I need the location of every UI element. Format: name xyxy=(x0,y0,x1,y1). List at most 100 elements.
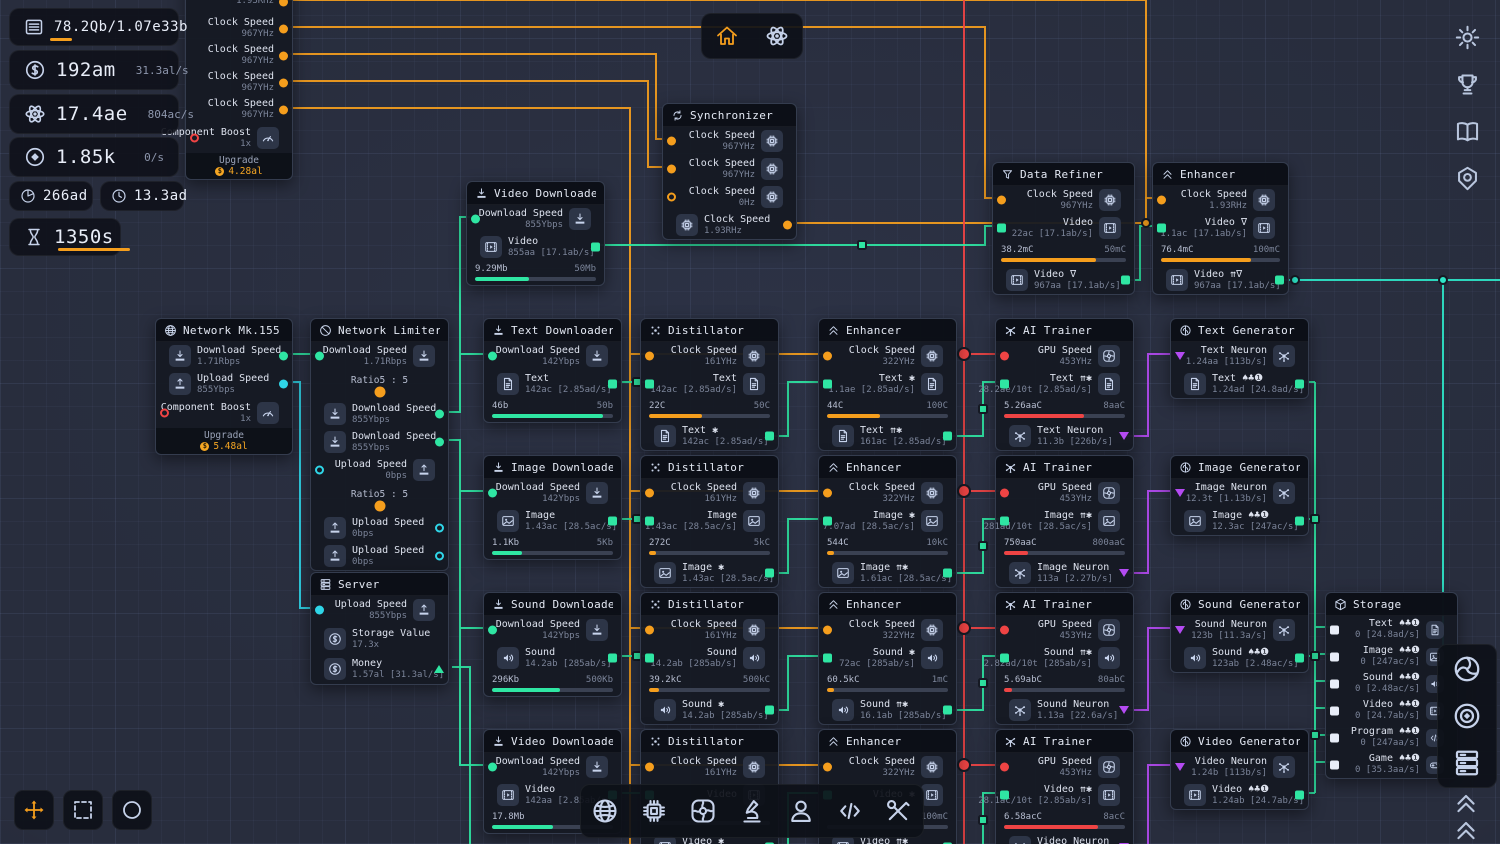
node-header[interactable]: Text Downloader xyxy=(484,319,621,342)
storage-input-port[interactable] xyxy=(1330,760,1339,769)
node-header[interactable]: Image Downloader xyxy=(484,456,621,479)
node-ai-trainer-3[interactable]: AI TrainerGPU Speed453YHzSound ⇈✱2.82ad/… xyxy=(995,592,1134,725)
output-port[interactable] xyxy=(608,654,617,663)
node-text-downloader[interactable]: Text DownloaderDownload Speed142YbpsText… xyxy=(483,318,622,423)
output-port[interactable] xyxy=(1295,517,1304,526)
input-port[interactable] xyxy=(645,763,654,772)
output-port[interactable] xyxy=(943,706,952,715)
input-port[interactable] xyxy=(1175,352,1185,360)
node-header[interactable]: Synchronizer xyxy=(663,104,796,127)
node-header[interactable]: Enhancer xyxy=(819,456,956,479)
node-server[interactable]: ServerUpload Speed855YbpsStorage Value17… xyxy=(310,572,449,685)
node-header[interactable]: Sound Generator xyxy=(1171,593,1308,616)
node-header[interactable]: Enhancer xyxy=(819,593,956,616)
node-enhancer-3[interactable]: EnhancerClock Speed322YHzSound ✱72ac [28… xyxy=(818,592,957,725)
input-port[interactable] xyxy=(823,380,832,389)
node-header[interactable]: AI Trainer xyxy=(996,593,1133,616)
input-port[interactable] xyxy=(645,380,654,389)
input-port[interactable] xyxy=(645,517,654,526)
input-port[interactable] xyxy=(1000,763,1009,772)
node-ai-trainer-4[interactable]: AI TrainerGPU Speed453YHzVideo ⇈✱28.1ac/… xyxy=(995,729,1134,844)
input-port[interactable] xyxy=(488,352,497,361)
toolbar-person-button[interactable] xyxy=(781,791,821,831)
output-port[interactable] xyxy=(279,352,288,361)
node-distillator-1[interactable]: DistillatorClock Speed161YHzText142ac [2… xyxy=(640,318,779,451)
input-port[interactable] xyxy=(823,352,832,361)
output-port[interactable] xyxy=(765,432,774,441)
storage-input-port[interactable] xyxy=(1330,706,1339,715)
input-port[interactable] xyxy=(1175,489,1185,497)
input-port[interactable] xyxy=(1000,489,1009,498)
input-port[interactable] xyxy=(1000,626,1009,635)
input-port[interactable] xyxy=(488,489,497,498)
toolbar-chip-button[interactable] xyxy=(634,791,674,831)
input-port[interactable] xyxy=(1000,352,1009,361)
input-port[interactable] xyxy=(667,193,676,202)
output-port[interactable] xyxy=(1295,791,1304,800)
node-image-downloader[interactable]: Image DownloaderDownload Speed142YbpsIma… xyxy=(483,455,622,560)
research-button[interactable] xyxy=(759,18,795,54)
node-header[interactable]: Enhancer xyxy=(819,730,956,753)
output-port[interactable] xyxy=(1119,432,1129,440)
panel-aperture-button[interactable] xyxy=(1448,650,1486,688)
node-ai-trainer-1[interactable]: AI TrainerGPU Speed453YHzText ⇈✱28.2ae/1… xyxy=(995,318,1134,451)
ratio-slider-knob[interactable] xyxy=(374,500,385,511)
node-header[interactable]: Text Generator xyxy=(1171,319,1308,342)
output-port[interactable] xyxy=(1295,380,1304,389)
sidebar-badge-button[interactable] xyxy=(1450,161,1484,195)
output-port[interactable] xyxy=(435,438,444,447)
input-port[interactable] xyxy=(645,626,654,635)
panel-server-button[interactable] xyxy=(1448,744,1486,782)
node-enhancer-1[interactable]: EnhancerClock Speed322YHzText ✱1.1ae [2.… xyxy=(818,318,957,451)
output-port[interactable] xyxy=(783,221,792,230)
output-port[interactable] xyxy=(434,665,444,673)
node-header[interactable]: AI Trainer xyxy=(996,319,1133,342)
node-header[interactable]: Distillator xyxy=(641,319,778,342)
node-sound-generator[interactable]: Sound GeneratorSound Neuron123b [11.3a/s… xyxy=(1170,592,1309,673)
node-header[interactable]: AI Trainer xyxy=(996,730,1133,753)
input-port[interactable] xyxy=(1175,763,1185,771)
node-header[interactable]: Distillator xyxy=(641,456,778,479)
input-port[interactable] xyxy=(315,352,324,361)
input-port[interactable] xyxy=(1000,380,1009,389)
node-header[interactable]: Distillator xyxy=(641,593,778,616)
input-port[interactable] xyxy=(997,196,1006,205)
panel-target-button[interactable] xyxy=(1448,697,1486,735)
toolbar-tools-button[interactable] xyxy=(878,791,918,831)
storage-input-port[interactable] xyxy=(1330,733,1339,742)
node-text-generator[interactable]: Text GeneratorText Neuron1.24aa [113b/s]… xyxy=(1170,318,1309,399)
boost-port[interactable] xyxy=(160,409,169,418)
input-port[interactable] xyxy=(471,215,480,224)
input-port[interactable] xyxy=(823,626,832,635)
node-enhancer-2[interactable]: EnhancerClock Speed322YHzImage ✱7.07ad [… xyxy=(818,455,957,588)
input-port[interactable] xyxy=(823,763,832,772)
sidebar-gear-button[interactable] xyxy=(1450,20,1484,54)
output-port[interactable] xyxy=(1119,706,1129,714)
input-port[interactable] xyxy=(315,466,324,475)
node-header[interactable]: Video Downloader xyxy=(484,730,621,753)
input-port[interactable] xyxy=(488,626,497,635)
scroll-up-button[interactable] xyxy=(1449,790,1483,816)
tool-marquee-button[interactable] xyxy=(63,790,103,830)
node-header[interactable]: Video Downloader xyxy=(467,182,604,205)
output-port[interactable] xyxy=(943,432,952,441)
node-header[interactable]: Data Refiner xyxy=(993,163,1134,186)
output-port[interactable] xyxy=(435,410,444,419)
node-distillator-3[interactable]: DistillatorClock Speed161YHzSound14.2ab … xyxy=(640,592,779,725)
output-port[interactable] xyxy=(765,569,774,578)
node-header[interactable]: Sound Downloader xyxy=(484,593,621,616)
output-port[interactable] xyxy=(1121,276,1130,285)
input-port[interactable] xyxy=(1000,517,1009,526)
output-port[interactable] xyxy=(765,706,774,715)
ratio-slider-knob[interactable] xyxy=(374,386,385,397)
input-port[interactable] xyxy=(488,763,497,772)
input-port[interactable] xyxy=(645,352,654,361)
input-port[interactable] xyxy=(667,165,676,174)
input-port[interactable] xyxy=(1157,196,1166,205)
node-image-generator[interactable]: Image GeneratorImage Neuron12.3t [1.13b/… xyxy=(1170,455,1309,536)
scroll-up-button[interactable] xyxy=(1449,817,1483,843)
output-port[interactable] xyxy=(279,380,288,389)
home-button[interactable] xyxy=(709,18,745,54)
input-port[interactable] xyxy=(1000,791,1009,800)
toolbar-code-button[interactable] xyxy=(830,791,870,831)
